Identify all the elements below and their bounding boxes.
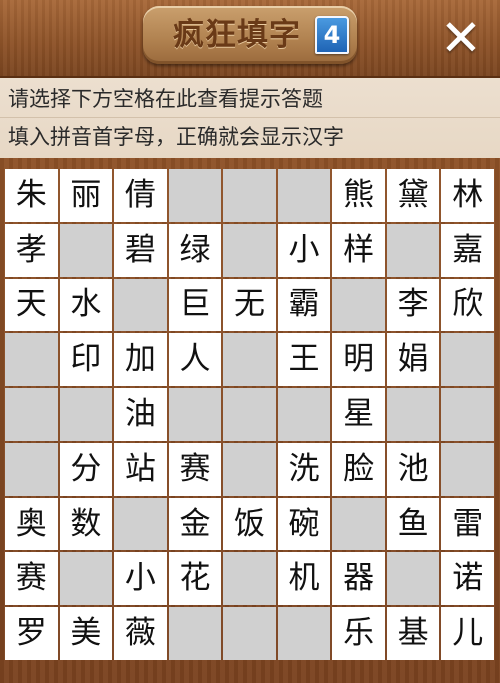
grid-cell-filled[interactable]: 巨	[168, 278, 222, 332]
grid-cell-filled[interactable]: 熊	[332, 169, 385, 222]
grid-cell-filled[interactable]: 霸	[277, 278, 331, 332]
grid-cell-filled[interactable]: 奥	[5, 497, 58, 551]
grid-cell-blank[interactable]	[277, 169, 331, 222]
title-plate: 疯狂填字 4	[143, 6, 357, 64]
game-title: 疯狂填字	[173, 17, 301, 53]
grid-cell-blank[interactable]	[332, 497, 385, 551]
grid-cell-blank[interactable]	[168, 388, 222, 441]
grid-cell-filled[interactable]: 林	[441, 169, 494, 222]
grid-cell-blank[interactable]	[223, 169, 276, 222]
grid-cell-filled[interactable]: 娟	[386, 333, 440, 387]
grid-cell-blank[interactable]	[223, 333, 276, 387]
grid-cell-filled[interactable]: 小	[114, 552, 167, 606]
grid-cell-filled[interactable]: 嘉	[441, 223, 494, 277]
grid-cell-blank[interactable]	[114, 497, 167, 551]
hint-divider	[0, 117, 500, 118]
grid-cell-blank[interactable]	[386, 223, 440, 277]
grid-cell-blank[interactable]	[5, 333, 58, 387]
grid-cell-blank[interactable]	[223, 223, 276, 277]
grid-cell-filled[interactable]: 丽	[59, 169, 113, 222]
grid-cell-blank[interactable]	[386, 552, 440, 606]
grid-cell-filled[interactable]: 李	[386, 278, 440, 332]
grid-cell-filled[interactable]: 薇	[114, 607, 167, 660]
close-button[interactable]: ✕	[435, 12, 487, 64]
grid-cell-filled[interactable]: 罗	[5, 607, 58, 660]
grid-cell-filled[interactable]: 乐	[332, 607, 385, 660]
grid-cell-blank[interactable]	[59, 223, 113, 277]
grid-cell-blank[interactable]	[441, 442, 494, 496]
grid-cell-filled[interactable]: 样	[332, 223, 385, 277]
grid-cell-blank[interactable]	[168, 607, 222, 660]
grid-cell-filled[interactable]: 站	[114, 442, 167, 496]
grid-cell-filled[interactable]: 数	[59, 497, 113, 551]
grid-cell-filled[interactable]: 无	[223, 278, 276, 332]
level-badge: 4	[315, 16, 349, 54]
grid-cell-filled[interactable]: 碗	[277, 497, 331, 551]
grid-cell-filled[interactable]: 分	[59, 442, 113, 496]
hint-text-pinyin: 填入拼音首字母，正确就会显示汉字	[8, 125, 344, 149]
grid-cell-blank[interactable]	[59, 552, 113, 606]
grid-cell-filled[interactable]: 黛	[386, 169, 440, 222]
grid-cell-filled[interactable]: 欣	[441, 278, 494, 332]
grid-cell-filled[interactable]: 朱	[5, 169, 58, 222]
grid-cell-filled[interactable]: 绿	[168, 223, 222, 277]
grid-cell-filled[interactable]: 油	[114, 388, 167, 441]
hint-panel: 请选择下方空格在此查看提示答题 填入拼音首字母，正确就会显示汉字	[0, 78, 500, 158]
grid-cell-filled[interactable]: 饭	[223, 497, 276, 551]
grid-cell-blank[interactable]	[277, 607, 331, 660]
grid-cell-blank[interactable]	[5, 442, 58, 496]
grid-cell-filled[interactable]: 金	[168, 497, 222, 551]
grid-cell-blank[interactable]	[114, 278, 167, 332]
crossword-grid: 朱丽倩熊黛林孝碧绿小样嘉天水巨无霸李欣印加人王明娟油星分站赛洗脸池奥数金饭碗鱼雷…	[5, 169, 494, 660]
grid-cell-filled[interactable]: 小	[277, 223, 331, 277]
grid-cell-filled[interactable]: 鱼	[386, 497, 440, 551]
grid-cell-blank[interactable]	[386, 388, 440, 441]
grid-cell-filled[interactable]: 水	[59, 278, 113, 332]
grid-cell-filled[interactable]: 天	[5, 278, 58, 332]
grid-cell-filled[interactable]: 脸	[332, 442, 385, 496]
grid-cell-filled[interactable]: 美	[59, 607, 113, 660]
grid-cell-filled[interactable]: 赛	[168, 442, 222, 496]
grid-cell-filled[interactable]: 明	[332, 333, 385, 387]
grid-cell-filled[interactable]: 星	[332, 388, 385, 441]
grid-cell-blank[interactable]	[441, 388, 494, 441]
grid-cell-blank[interactable]	[223, 388, 276, 441]
top-bar: 疯狂填字 4 ✕	[0, 0, 500, 78]
grid-cell-blank[interactable]	[332, 278, 385, 332]
grid-cell-filled[interactable]: 池	[386, 442, 440, 496]
grid-cell-filled[interactable]: 花	[168, 552, 222, 606]
grid-cell-blank[interactable]	[441, 333, 494, 387]
grid-cell-blank[interactable]	[223, 442, 276, 496]
grid-cell-filled[interactable]: 器	[332, 552, 385, 606]
grid-cell-filled[interactable]: 机	[277, 552, 331, 606]
grid-cell-blank[interactable]	[223, 607, 276, 660]
grid-cell-filled[interactable]: 赛	[5, 552, 58, 606]
grid-cell-blank[interactable]	[277, 388, 331, 441]
grid-cell-filled[interactable]: 诺	[441, 552, 494, 606]
grid-cell-filled[interactable]: 儿	[441, 607, 494, 660]
grid-cell-filled[interactable]: 洗	[277, 442, 331, 496]
hint-text-select: 请选择下方空格在此查看提示答题	[8, 87, 323, 111]
grid-cell-filled[interactable]: 王	[277, 333, 331, 387]
grid-cell-blank[interactable]	[223, 552, 276, 606]
grid-cell-filled[interactable]: 基	[386, 607, 440, 660]
grid-cell-filled[interactable]: 雷	[441, 497, 494, 551]
grid-cell-blank[interactable]	[5, 388, 58, 441]
grid-cell-filled[interactable]: 孝	[5, 223, 58, 277]
grid-cell-filled[interactable]: 印	[59, 333, 113, 387]
grid-cell-filled[interactable]: 碧	[114, 223, 167, 277]
grid-cell-blank[interactable]	[59, 388, 113, 441]
grid-cell-blank[interactable]	[168, 169, 222, 222]
grid-cell-filled[interactable]: 人	[168, 333, 222, 387]
grid-cell-filled[interactable]: 加	[114, 333, 167, 387]
grid-cell-filled[interactable]: 倩	[114, 169, 167, 222]
